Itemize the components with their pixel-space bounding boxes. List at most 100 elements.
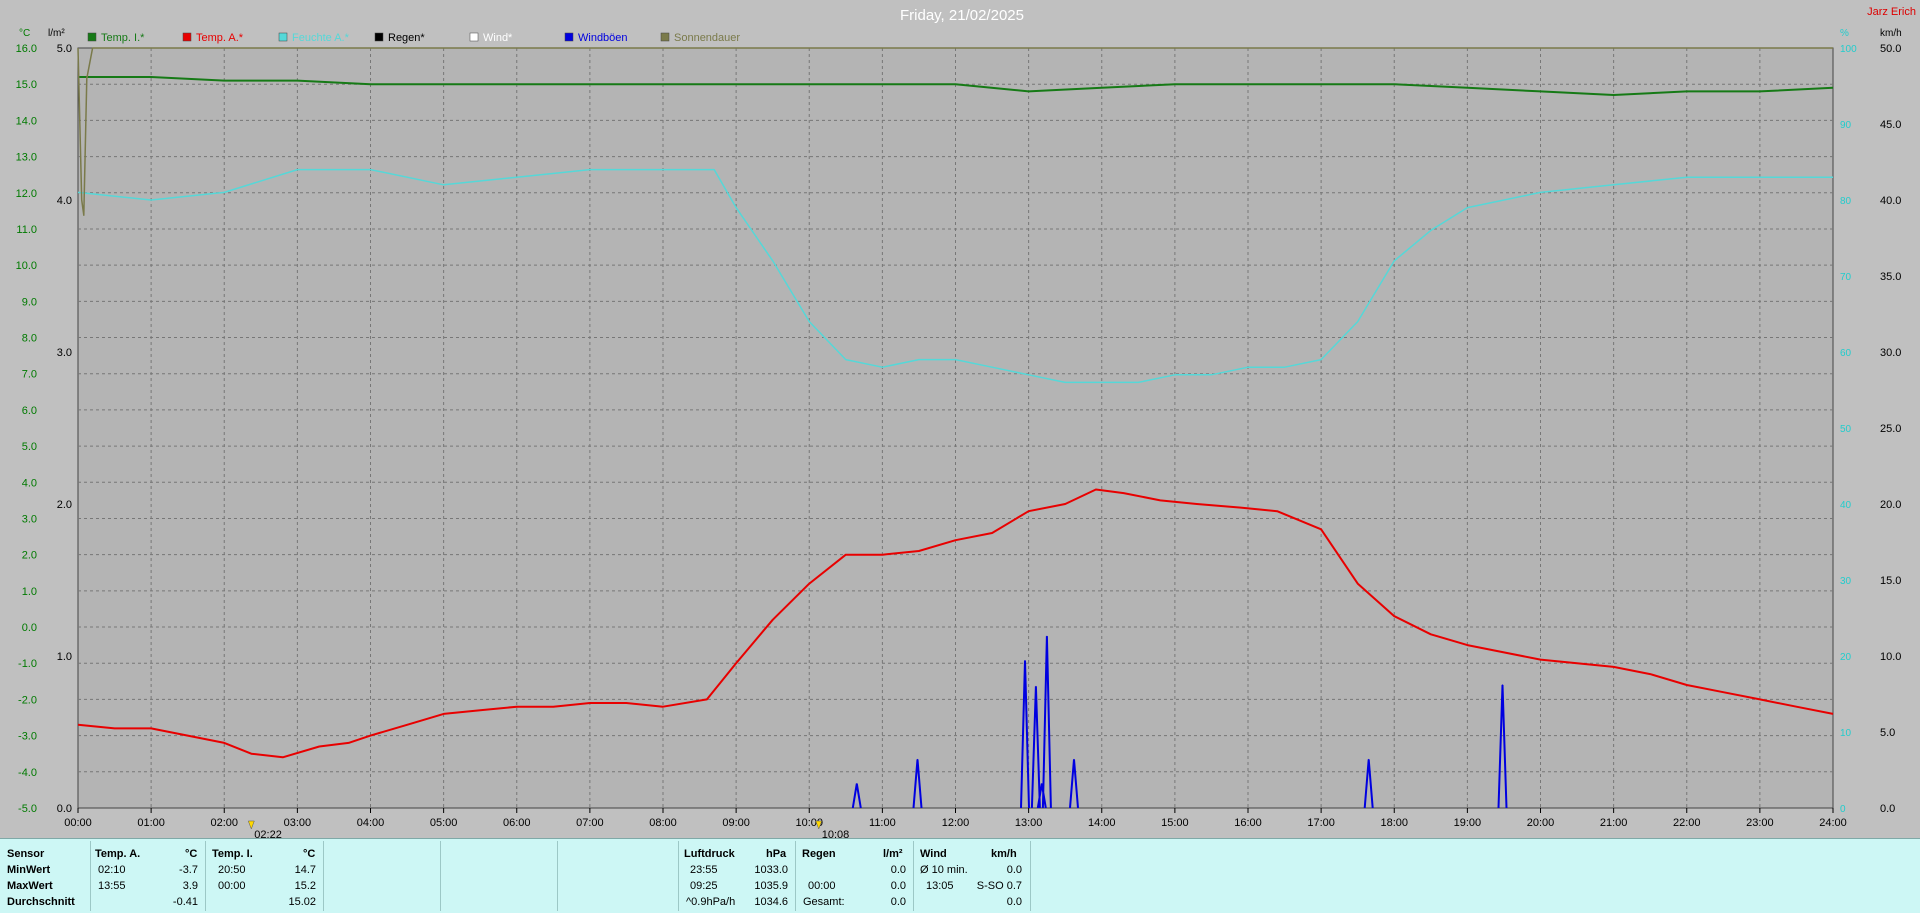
time-tick-label: 15:00 bbox=[1161, 817, 1189, 829]
time-tick-label: 06:00 bbox=[503, 817, 531, 829]
pressure-header: Luftdruck bbox=[684, 848, 735, 860]
temp-tick-label: 9.0 bbox=[22, 296, 37, 308]
gust-point bbox=[1046, 635, 1048, 637]
temp-tick-label: 1.0 bbox=[22, 586, 37, 598]
divider bbox=[440, 841, 441, 911]
legend-swatch bbox=[374, 32, 384, 42]
time-tick-label: 11:00 bbox=[869, 817, 896, 829]
weather-chart: 00:00 01:00 02:00 03:00 04:00 05:00 06:00 07:00… bbox=[0, 0, 1920, 841]
temp-i-header: Temp. I. bbox=[212, 848, 253, 860]
wind-tick-label: 5.0 bbox=[1880, 727, 1895, 739]
temp-tick-label: -2.0 bbox=[18, 694, 37, 706]
divider bbox=[913, 841, 914, 911]
divider bbox=[1030, 841, 1031, 911]
time-tick-label: 12:00 bbox=[942, 817, 970, 829]
rain-tick-label: 0.0 bbox=[57, 803, 72, 815]
pressure-unit: hPa bbox=[766, 848, 787, 860]
time-tick-label: 16:00 bbox=[1234, 817, 1262, 829]
time-tick-label: 18:00 bbox=[1380, 817, 1408, 829]
humidity-tick-label: 70 bbox=[1840, 272, 1852, 283]
rain-tick-label: 4.0 bbox=[57, 195, 72, 207]
time-tick-label: 20:00 bbox=[1527, 817, 1555, 829]
temp-a-max-time: 13:55 bbox=[98, 880, 126, 892]
temp-i-max-time: 00:00 bbox=[218, 880, 246, 892]
time-tick-label: 03:00 bbox=[284, 817, 312, 829]
temp-tick-label: 11.0 bbox=[16, 224, 37, 236]
wind-tick-label: 35.0 bbox=[1880, 271, 1901, 283]
wind-tick-label: 40.0 bbox=[1880, 195, 1901, 207]
temp-a-min: -3.7 bbox=[179, 864, 198, 876]
pressure-min: 1033.0 bbox=[754, 864, 788, 876]
humidity-tick-label: 0 bbox=[1840, 804, 1846, 815]
legend-label: Temp. I.* bbox=[101, 32, 145, 44]
time-tick-label: 17:00 bbox=[1307, 817, 1335, 829]
wind-tick-label: 45.0 bbox=[1880, 119, 1901, 131]
time-tick-label: 02:00 bbox=[210, 817, 238, 829]
time-tick-label: 00:00 bbox=[64, 817, 92, 829]
temp-tick-label: 0.0 bbox=[22, 622, 37, 634]
time-tick-label: 13:00 bbox=[1015, 817, 1043, 829]
legend-label: Feuchte A.* bbox=[292, 32, 350, 44]
time-tick-label: 04:00 bbox=[357, 817, 385, 829]
wind-tick-label: 30.0 bbox=[1880, 347, 1901, 359]
rain-time: 00:00 bbox=[808, 880, 836, 892]
humidity-tick-label: 100 bbox=[1840, 44, 1857, 55]
row-label-avg: Durchschnitt bbox=[7, 896, 75, 908]
legend-label: Sonnendauer bbox=[674, 32, 740, 44]
time-tick-label: 07:00 bbox=[576, 817, 604, 829]
gust-point bbox=[1073, 758, 1075, 760]
divider bbox=[678, 841, 679, 911]
rain-unit: l/m² bbox=[48, 28, 65, 39]
humidity-tick-label: 30 bbox=[1840, 576, 1852, 587]
wind-max-direction: S-SO 0.7 bbox=[976, 880, 1022, 892]
wind-header: Wind bbox=[920, 848, 947, 860]
rain-tick-label: 1.0 bbox=[57, 651, 72, 663]
temp-tick-label: 6.0 bbox=[22, 405, 37, 417]
temp-tick-label: 5.0 bbox=[22, 441, 37, 453]
temp-a-min-time: 02:10 bbox=[98, 864, 126, 876]
chart-area: 00:00 01:00 02:00 03:00 04:00 05:00 06:00 07:00… bbox=[0, 0, 1920, 841]
temp-tick-label: -3.0 bbox=[18, 731, 37, 743]
wind-tick-label: 15.0 bbox=[1880, 575, 1901, 587]
gust-point bbox=[1368, 758, 1370, 760]
row-label-min: MinWert bbox=[7, 864, 51, 876]
legend-swatch bbox=[564, 32, 574, 42]
rain-tick-label: 5.0 bbox=[57, 43, 72, 55]
temp-a-unit: °C bbox=[185, 848, 198, 860]
temp-tick-label: 3.0 bbox=[22, 513, 37, 525]
legend-swatch bbox=[660, 32, 670, 42]
chart-title: Friday, 21/02/2025 bbox=[900, 7, 1024, 24]
time-tick-label: 22:00 bbox=[1673, 817, 1701, 829]
time-tick-label: 21:00 bbox=[1600, 817, 1628, 829]
legend-label: Windböen bbox=[578, 32, 628, 44]
rain-tick-label: 3.0 bbox=[57, 347, 72, 359]
wind-avg: 0.0 bbox=[1006, 864, 1022, 876]
gust-point bbox=[1024, 660, 1026, 662]
humidity-unit: % bbox=[1840, 28, 1849, 39]
wind-unit: km/h bbox=[1880, 28, 1902, 39]
event-marker-label: 02:22 bbox=[254, 829, 282, 838]
divider bbox=[795, 841, 796, 911]
event-marker-label: 10:08 bbox=[822, 829, 850, 838]
row-label-max: MaxWert bbox=[7, 880, 53, 892]
rain-value-1: 0.0 bbox=[890, 864, 906, 876]
pressure-min-time: 23:55 bbox=[690, 864, 718, 876]
wind-tick-label: 0.0 bbox=[1880, 803, 1895, 815]
legend-swatch bbox=[469, 32, 479, 42]
temp-a-avg: -0.41 bbox=[172, 896, 198, 908]
wind-tick-label: 50.0 bbox=[1880, 43, 1901, 55]
rain-total: 0.0 bbox=[890, 896, 906, 908]
temp-tick-label: 16.0 bbox=[16, 43, 37, 55]
rain-header: Regen bbox=[802, 848, 836, 860]
author-label: Jarz Erich bbox=[1867, 6, 1916, 18]
rain-total-label: Gesamt: bbox=[803, 896, 845, 908]
stats-panel: Sensor MinWert MaxWert Durchschnitt Temp… bbox=[0, 838, 1920, 913]
humidity-tick-label: 40 bbox=[1840, 500, 1852, 511]
rain-value-2: 0.0 bbox=[890, 880, 906, 892]
divider bbox=[323, 841, 324, 911]
temp-i-unit: °C bbox=[303, 848, 316, 860]
temp-tick-label: 10.0 bbox=[16, 260, 37, 272]
temp-i-avg: 15.02 bbox=[288, 896, 316, 908]
rain-unit: l/m² bbox=[883, 848, 903, 860]
sensor-header: Sensor bbox=[7, 848, 45, 860]
